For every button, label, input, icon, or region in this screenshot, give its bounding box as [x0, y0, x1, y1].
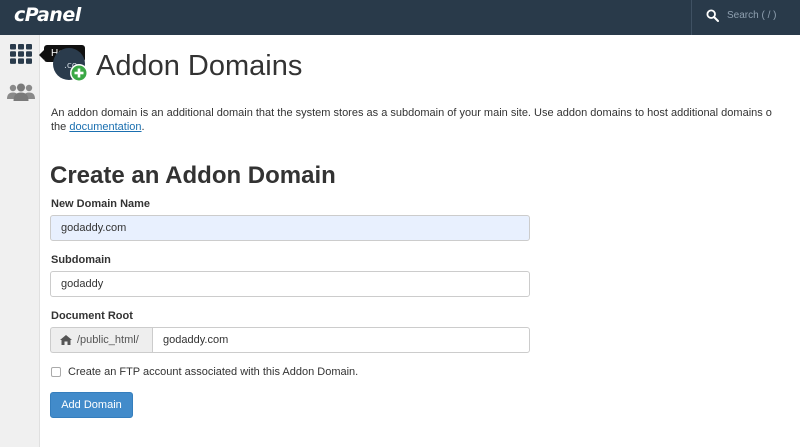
page-description-line2: the documentation. — [51, 120, 145, 134]
description-prefix: the — [51, 121, 70, 133]
new-domain-label: New Domain Name — [51, 198, 151, 210]
page-title: Addon Domains — [96, 50, 303, 82]
subdomain-input[interactable]: godaddy — [50, 271, 530, 297]
description-suffix: . — [141, 121, 145, 133]
add-domain-button[interactable]: Add Domain — [50, 392, 133, 418]
sidebar-item-users[interactable] — [7, 78, 35, 106]
sidebar-item-home[interactable] — [7, 40, 35, 68]
document-root-prefix: /public_html/ — [50, 327, 152, 353]
users-icon — [7, 83, 35, 101]
addon-domain-icon: .co — [50, 47, 90, 83]
navbar-divider — [691, 0, 692, 35]
cpanel-logo[interactable]: cPanel — [14, 4, 81, 26]
top-navbar: cPanel Search ( / ) — [0, 0, 800, 35]
ftp-account-checkbox[interactable] — [51, 367, 61, 377]
search-box[interactable]: Search ( / ) — [706, 9, 776, 22]
sidebar — [0, 35, 40, 447]
ftp-account-label[interactable]: Create an FTP account associated with th… — [68, 366, 358, 378]
document-root-input[interactable]: godaddy.com — [152, 327, 530, 353]
document-root-prefix-text: /public_html/ — [77, 334, 139, 346]
subdomain-label: Subdomain — [51, 254, 111, 266]
home-icon — [60, 335, 72, 345]
page-description: An addon domain is an additional domain … — [51, 107, 772, 119]
grid-icon — [10, 44, 32, 64]
document-root-label: Document Root — [51, 310, 133, 322]
search-icon — [706, 9, 719, 22]
search-input[interactable]: Search ( / ) — [727, 10, 776, 21]
documentation-link[interactable]: documentation — [69, 121, 141, 133]
section-title: Create an Addon Domain — [50, 162, 336, 189]
new-domain-input[interactable]: godaddy.com — [50, 215, 530, 241]
